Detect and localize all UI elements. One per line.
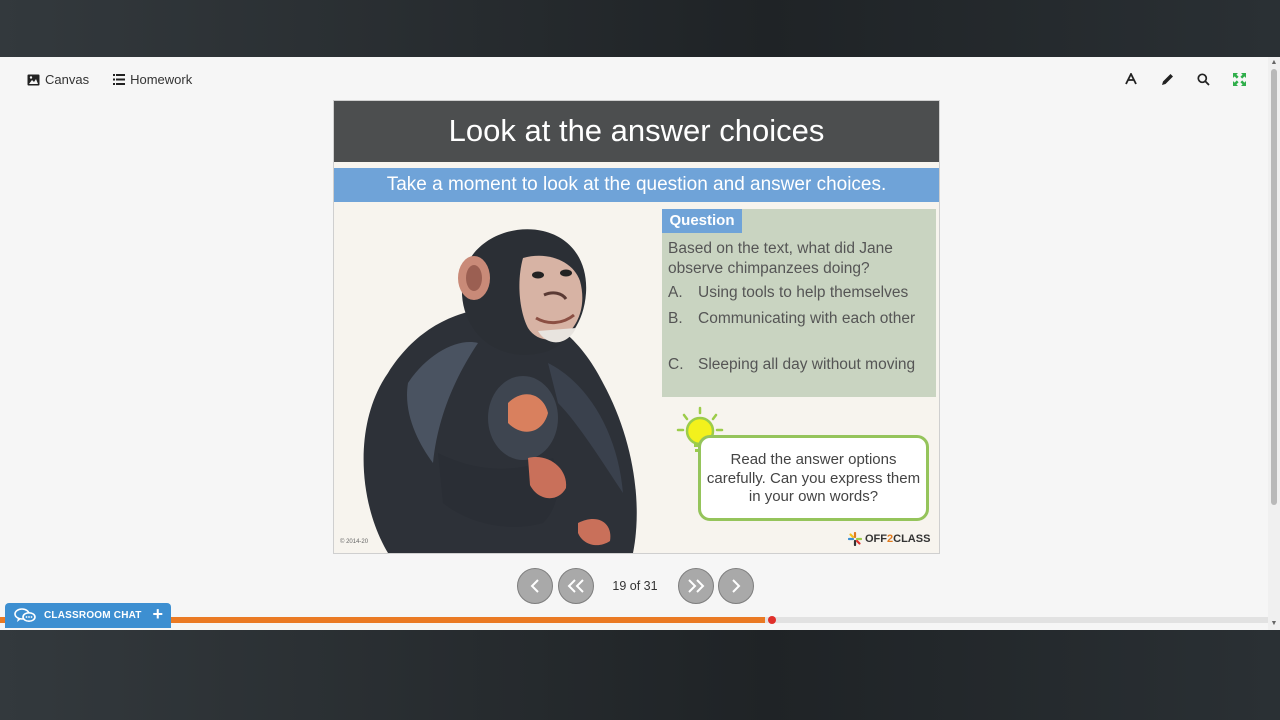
question-text: Based on the text, what did Jane observe… [668,240,893,277]
option-letter: A. [668,284,683,301]
option-text: Communicating with each other [698,310,916,327]
homework-label: Homework [130,72,193,87]
option-letter: B. [668,310,683,327]
double-chevron-right-icon [688,579,705,593]
question-badge: Question [662,209,742,233]
previous-slide-button[interactable] [517,568,553,604]
scroll-thumb[interactable] [1271,69,1277,505]
answer-option-c[interactable]: C. Sleeping all day without moving [668,355,932,375]
classroom-chat-tab[interactable]: CLASSROOM CHAT + [5,603,171,628]
first-slide-button[interactable] [558,568,594,604]
font-icon[interactable] [1124,72,1138,86]
slide-title: Look at the answer choices [334,101,939,162]
vertical-scrollbar[interactable]: ▲ ▼ [1268,57,1280,630]
scroll-up-arrow[interactable]: ▲ [1270,59,1278,67]
question-panel: Question Based on the text, what did Jan… [662,209,936,397]
option-letter: C. [668,356,684,373]
canvas-button[interactable]: Canvas [27,72,89,87]
homework-button[interactable]: Homework [113,72,192,87]
top-toolbar: Canvas Homework [0,57,1268,99]
off2class-logo: OFF2CLASS [848,532,930,546]
answer-option-b[interactable]: B. Communicating with each other [668,309,932,329]
option-text: Using tools to help themselves [698,284,909,301]
lesson-slide: Look at the answer choices Take a moment… [333,100,940,554]
list-icon [113,74,126,85]
tip-box: Read the answer options carefully. Can y… [698,435,929,521]
logo-suffix: CLASS [893,533,931,545]
copyright-text: © 2014-20 [340,539,369,545]
chimpanzee-illustration [363,229,637,553]
fullscreen-icon[interactable] [1232,72,1246,86]
lesson-progress-bar[interactable] [0,616,1268,624]
progress-handle[interactable] [768,616,776,624]
logo-prefix: OFF [865,533,887,545]
lesson-viewer: Canvas Homework Look at the answer choic… [0,57,1280,630]
search-icon[interactable] [1196,72,1210,86]
chevron-left-icon [530,579,539,593]
image-icon [27,74,40,85]
next-slide-button[interactable] [718,568,754,604]
pencil-icon[interactable] [1160,72,1174,86]
canvas-label: Canvas [45,72,90,87]
answer-option-a[interactable]: A. Using tools to help themselves [668,283,932,303]
page-indicator: 19 of 31 [612,579,658,593]
option-text: Sleeping all day without moving [698,356,916,373]
scroll-down-arrow[interactable]: ▼ [1270,620,1278,628]
star-icon [848,532,862,546]
double-chevron-left-icon [567,579,584,593]
slide-subtitle: Take a moment to look at the question an… [334,168,939,202]
chevron-right-icon [732,579,741,593]
chat-icon [14,608,36,622]
chat-label: CLASSROOM CHAT [44,610,142,621]
chat-expand-button[interactable]: + [152,604,163,625]
last-slide-button[interactable] [678,568,714,604]
